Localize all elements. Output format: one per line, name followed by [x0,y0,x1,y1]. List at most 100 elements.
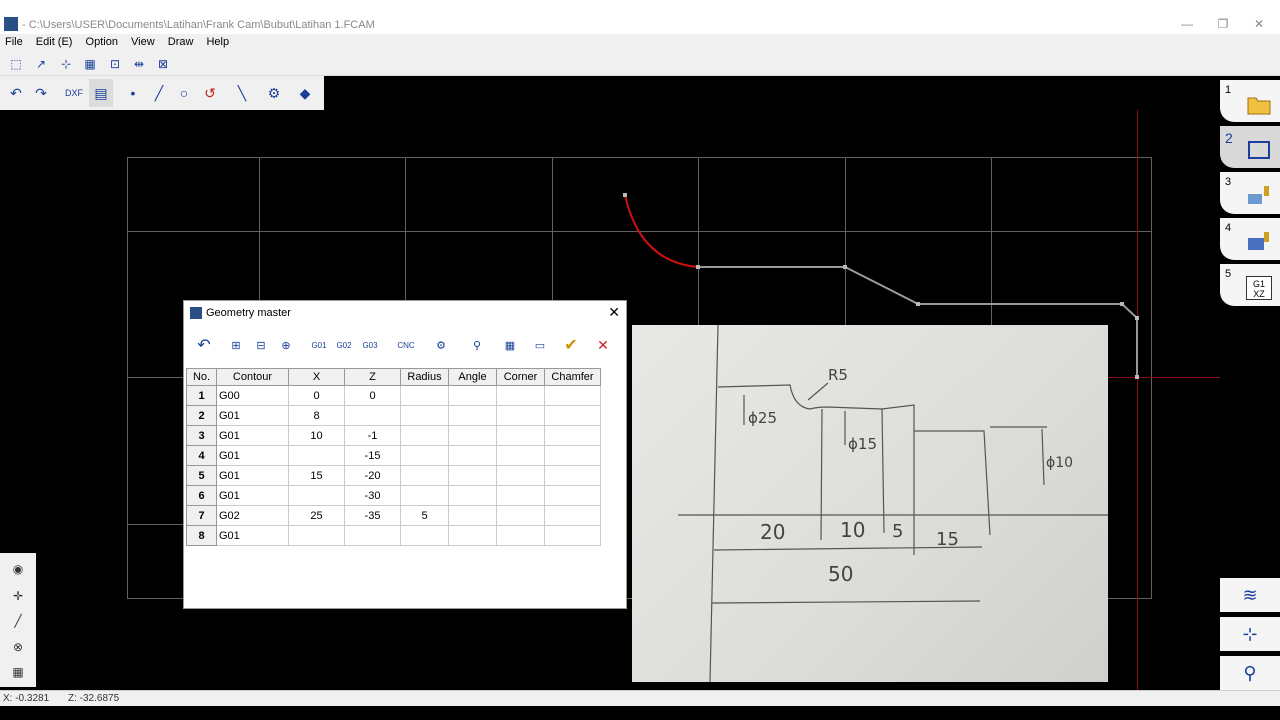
z-cell[interactable] [344,405,401,426]
chamfer-cell[interactable] [544,405,601,426]
step-machining[interactable]: 4 [1220,218,1280,260]
tool-settings-icon[interactable]: ⚙ [429,333,453,357]
chamfer-cell[interactable] [544,445,601,466]
corner-cell[interactable] [496,425,545,446]
layers-icon[interactable]: ≋ [1220,578,1280,612]
corner-cell[interactable] [496,465,545,486]
chamfer-cell[interactable] [544,425,601,446]
zoom-window-icon[interactable]: ⊠ [153,54,173,74]
radius-cell[interactable] [400,425,449,446]
redo-icon[interactable]: ↷ [29,79,53,107]
angle-cell[interactable] [448,425,497,446]
menu-option[interactable]: Option [81,34,123,50]
corner-cell[interactable] [496,445,545,466]
table-row[interactable]: 3 G01 10 -1 [186,425,601,446]
snap-icon[interactable]: ⊗ [6,636,30,658]
modify-icon[interactable]: ⚙ [262,79,286,107]
search-icon[interactable]: ⚲ [1220,656,1280,690]
radius-cell[interactable] [400,385,449,406]
z-cell[interactable]: 0 [344,385,401,406]
menu-edit[interactable]: Edit (E) [31,34,78,50]
grid-icon[interactable]: ▦ [80,54,100,74]
find-icon[interactable]: ⚲ [465,333,489,357]
chamfer-cell[interactable] [544,465,601,486]
angle-cell[interactable] [448,405,497,426]
chamfer-cell[interactable] [544,385,601,406]
delete-row-icon[interactable]: ⊟ [249,333,273,357]
xz-axis-icon[interactable]: ↗ [31,54,51,74]
z-cell[interactable]: -35 [344,505,401,526]
radius-cell[interactable] [400,405,449,426]
dialog-close-button[interactable]: ✕ [608,304,620,321]
x-cell[interactable]: 25 [288,505,345,526]
contour-cell[interactable]: G01 [216,525,289,546]
grid-tool-icon[interactable]: ▦ [6,661,30,683]
x-cell[interactable] [288,485,345,506]
angle-cell[interactable] [448,505,497,526]
contour-cell[interactable]: G02 [216,505,289,526]
contour-cell[interactable]: G01 [216,425,289,446]
cnc-button[interactable]: CNC [394,333,418,357]
radius-cell[interactable] [400,485,449,506]
z-cell[interactable]: -20 [344,465,401,486]
menu-help[interactable]: Help [201,34,234,50]
calculator-icon[interactable]: ▦ [498,333,522,357]
chamfer-cell[interactable] [544,505,601,526]
corner-cell[interactable] [496,525,545,546]
angle-cell[interactable] [448,445,497,466]
chamfer-cell[interactable] [544,525,601,546]
view-icon[interactable]: ◉ [6,558,30,580]
restore-button[interactable]: ❐ [1213,17,1233,31]
menu-file[interactable]: File [0,34,28,50]
display-icon[interactable]: ▭ [528,333,552,357]
line-tool-icon[interactable]: ╱ [6,610,30,632]
angle-cell[interactable] [448,465,497,486]
x-cell[interactable]: 0 [288,385,345,406]
contour-cell[interactable]: G01 [216,445,289,466]
measure-icon[interactable]: ⇹ [129,54,149,74]
corner-cell[interactable] [496,385,545,406]
dxf-import-icon[interactable]: DXF [62,79,86,107]
contour-cell[interactable]: G01 [216,465,289,486]
table-row[interactable]: 4 G01 -15 [186,445,601,466]
angle-cell[interactable] [448,385,497,406]
g02-button[interactable]: G02 [332,333,356,357]
line-icon[interactable]: ╱ [147,79,171,107]
step-gcode[interactable]: 5 G1 XZ [1220,264,1280,306]
point-icon[interactable]: • [121,79,145,107]
xz-move-icon[interactable]: ✛ [6,585,30,607]
arc-icon[interactable]: ↺ [198,79,222,107]
x-cell[interactable] [288,445,345,466]
confirm-button[interactable]: ✔ [559,333,583,357]
menu-draw[interactable]: Draw [163,34,199,50]
corner-cell[interactable] [496,485,545,506]
end-point-icon[interactable]: ⊡ [105,54,125,74]
angle-cell[interactable] [448,525,497,546]
radius-cell[interactable] [400,445,449,466]
step-geometry[interactable]: 2 [1220,126,1280,168]
circle-icon[interactable]: ○ [172,79,196,107]
table-icon[interactable]: ▤ [89,79,113,107]
step-tooling[interactable]: 3 [1220,172,1280,214]
step-open-file[interactable]: 1 [1220,80,1280,122]
zoom-fit-icon[interactable]: ⬚ [6,54,26,74]
x-cell[interactable]: 15 [288,465,345,486]
radius-cell[interactable] [400,525,449,546]
add-row-icon[interactable]: ⊕ [274,333,298,357]
trim-icon[interactable]: ╲ [230,79,254,107]
g01-button[interactable]: G01 [307,333,331,357]
minimize-button[interactable]: — [1177,17,1197,31]
z-cell[interactable]: -30 [344,485,401,506]
contour-cell[interactable]: G01 [216,485,289,506]
contour-cell[interactable]: G00 [216,385,289,406]
menu-view[interactable]: View [126,34,160,50]
radius-cell[interactable]: 5 [400,505,449,526]
table-row[interactable]: 5 G01 15 -20 [186,465,601,486]
z-cell[interactable]: -15 [344,445,401,466]
cancel-button[interactable]: ✕ [591,333,615,357]
angle-cell[interactable] [448,485,497,506]
origin-icon[interactable]: ⊹ [56,54,76,74]
z-cell[interactable] [344,525,401,546]
table-row[interactable]: 1 G00 0 0 [186,385,601,406]
undo-icon[interactable]: ↶ [192,333,216,357]
